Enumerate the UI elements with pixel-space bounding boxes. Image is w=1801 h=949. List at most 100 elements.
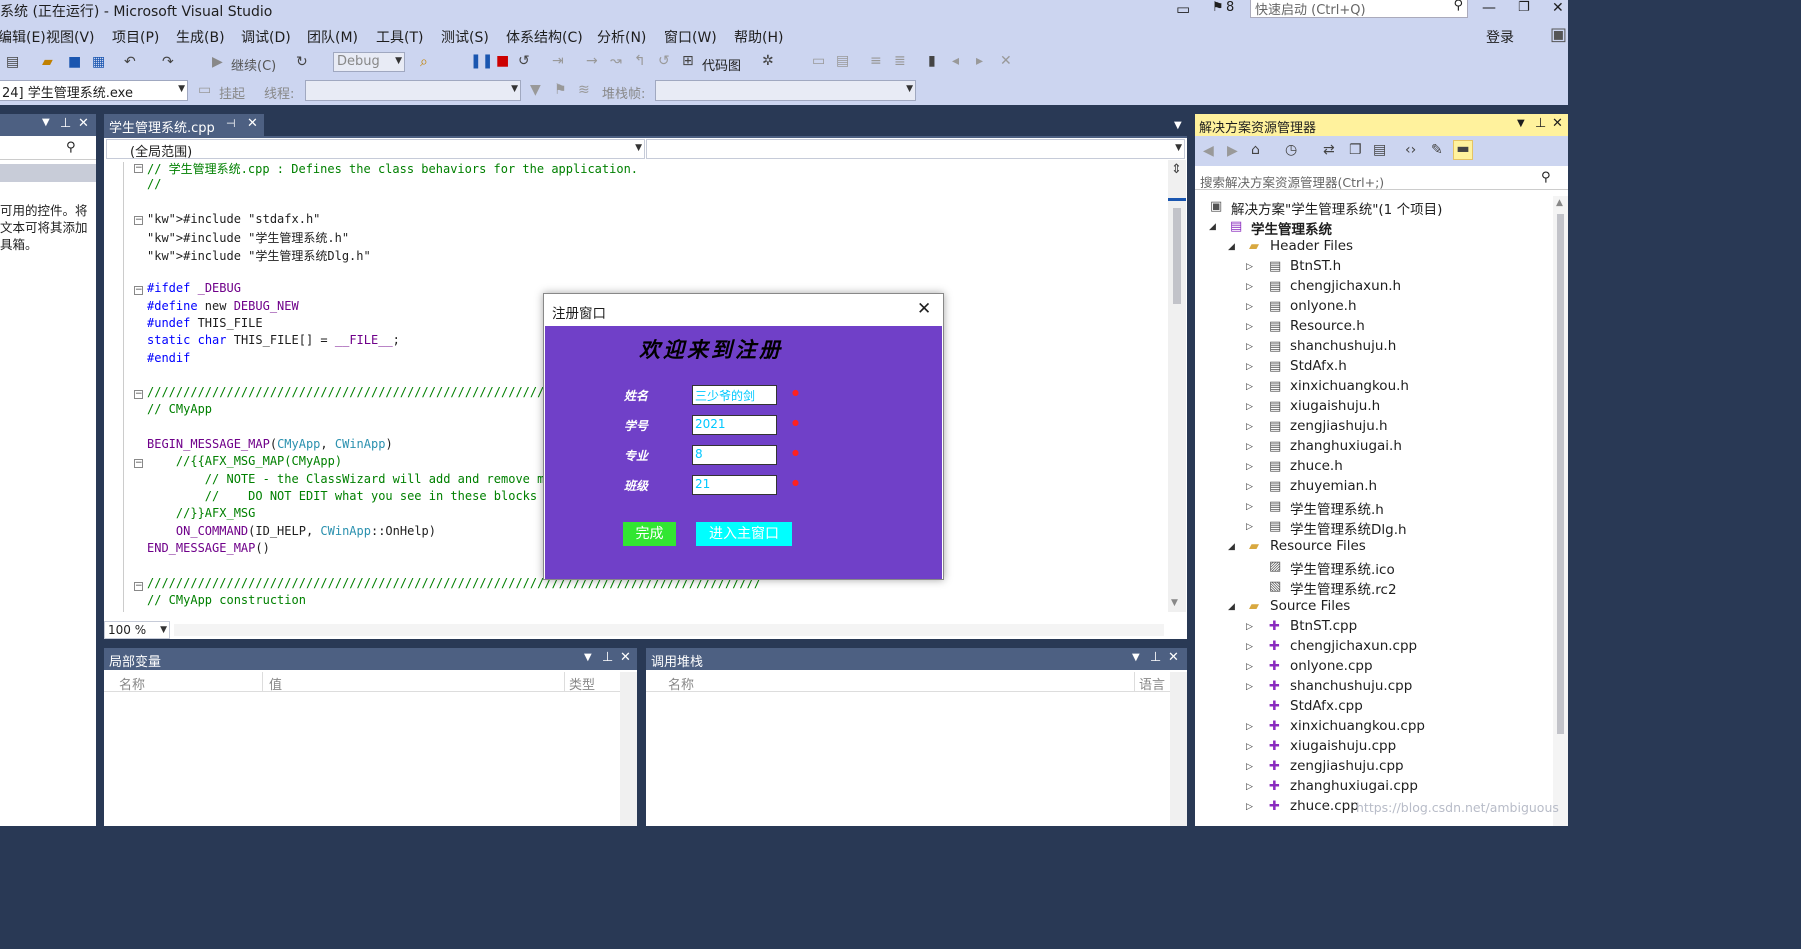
show-next-statement-icon[interactable]: ⇥	[552, 53, 564, 69]
header-file[interactable]: 学生管理系统.h	[1290, 498, 1384, 518]
source-file[interactable]: xiugaishuju.cpp	[1290, 738, 1396, 754]
refresh-icon[interactable]: ↻	[296, 54, 308, 70]
chevron-down-icon[interactable]: ▼	[1132, 652, 1140, 663]
resource-file[interactable]: 学生管理系统.rc2	[1290, 578, 1397, 598]
expand-icon[interactable]: ▷	[1246, 762, 1253, 772]
align-icon[interactable]: ▭	[812, 53, 825, 69]
new-project-icon[interactable]: ▤	[6, 54, 19, 70]
header-file[interactable]: xinxichuangkou.h	[1290, 378, 1409, 394]
suspend-label[interactable]: 挂起	[219, 83, 245, 102]
pause-icon[interactable]: ❚❚	[470, 53, 493, 69]
prev-bookmark-icon[interactable]: ◂	[952, 53, 959, 69]
clear-bookmark-icon[interactable]: ✕	[1000, 53, 1012, 69]
step-back-icon[interactable]: ↺	[658, 53, 670, 69]
restore-icon[interactable]: ❐	[1518, 0, 1530, 15]
notification-icon[interactable]: ⚑	[1212, 0, 1224, 15]
folder-source-files[interactable]: Source Files	[1270, 598, 1350, 614]
chevron-up-icon[interactable]: ▲	[1556, 198, 1563, 208]
expand-icon[interactable]: ▷	[1246, 342, 1253, 352]
sync-icon[interactable]: ⇄	[1323, 142, 1335, 158]
expand-icon[interactable]: ▷	[1246, 522, 1253, 532]
threads-icon[interactable]: ≋	[578, 82, 590, 98]
locals-scrollbar[interactable]	[620, 672, 637, 826]
menu-view[interactable]: 视图(V)	[46, 27, 95, 47]
header-file[interactable]: zhanghuxiugai.h	[1290, 438, 1402, 454]
callstack-scrollbar[interactable]	[1170, 672, 1187, 826]
header-file[interactable]: zengjiashuju.h	[1290, 418, 1388, 434]
source-file[interactable]: onlyone.cpp	[1290, 658, 1373, 674]
header-file[interactable]: BtnST.h	[1290, 258, 1341, 274]
config-select[interactable]: Debug ▼	[333, 52, 405, 72]
source-file[interactable]: zhanghuxiugai.cpp	[1290, 778, 1418, 794]
chevron-down-icon[interactable]: ▼	[1171, 598, 1178, 608]
source-file[interactable]: xinxichuangkou.cpp	[1290, 718, 1425, 734]
member-select[interactable]: ▼	[646, 139, 1185, 159]
step-into-icon[interactable]: →	[586, 53, 598, 69]
show-all-files-icon[interactable]: ▤	[1373, 142, 1386, 158]
close-icon[interactable]: ✕	[1168, 650, 1179, 665]
suspend-icon[interactable]: ▭	[198, 82, 211, 98]
pin-icon[interactable]: ⊥	[60, 116, 71, 131]
expand-icon[interactable]: ▷	[1246, 502, 1253, 512]
expanded-icon[interactable]: ◢	[1209, 222, 1216, 232]
filter-icon[interactable]: ▼	[530, 82, 541, 98]
expand-icon[interactable]: ▷	[1246, 662, 1253, 672]
history-icon[interactable]: ◷	[1285, 142, 1297, 158]
menu-debug[interactable]: 调试(D)	[241, 27, 291, 47]
expand-icon[interactable]: ▷	[1246, 422, 1253, 432]
collapse-all-icon[interactable]: ❐	[1349, 142, 1362, 158]
solution-search-input[interactable]: 搜索解决方案资源管理器(Ctrl+;) ⚲	[1195, 168, 1568, 190]
expand-icon[interactable]: ▷	[1246, 682, 1253, 692]
menu-edit[interactable]: 编辑(E)	[0, 27, 46, 47]
project-node[interactable]: 学生管理系统	[1251, 218, 1332, 238]
chevron-down-icon[interactable]: ▼	[584, 652, 592, 663]
source-file[interactable]: BtnST.cpp	[1290, 618, 1357, 634]
folder-header-files[interactable]: Header Files	[1270, 238, 1353, 254]
expanded-icon[interactable]: ◢	[1228, 242, 1235, 252]
home-icon[interactable]: ⌂	[1251, 142, 1260, 158]
pin-icon[interactable]: ⊥	[602, 650, 613, 665]
source-file[interactable]: StdAfx.cpp	[1290, 698, 1363, 714]
restart-icon[interactable]: ↺	[518, 53, 530, 69]
tab-editor-file[interactable]: 学生管理系统.cpp ⊣ ✕	[104, 114, 264, 136]
expand-icon[interactable]: ▷	[1246, 622, 1253, 632]
header-file[interactable]: 学生管理系统Dlg.h	[1290, 518, 1407, 538]
collapse-icon[interactable]: −	[134, 216, 143, 225]
id-input[interactable]: 2021	[692, 415, 777, 435]
expand-icon[interactable]: ▷	[1246, 782, 1253, 792]
step-out-icon[interactable]: ↰	[634, 53, 646, 69]
scope-select[interactable]: (全局范围) ▼	[106, 139, 645, 159]
menu-architecture[interactable]: 体系结构(C)	[506, 27, 583, 47]
feedback-icon[interactable]: ▭	[1176, 0, 1190, 18]
preview-icon[interactable]: ▬	[1453, 140, 1473, 160]
view-code-icon[interactable]: ‹›	[1405, 142, 1416, 158]
comment-icon[interactable]: ≡	[870, 53, 882, 69]
source-file[interactable]: shanchushuju.cpp	[1290, 678, 1412, 694]
header-file[interactable]: xiugaishuju.h	[1290, 398, 1380, 414]
thread-select[interactable]: ▼	[305, 80, 521, 101]
expand-icon[interactable]: ▷	[1246, 322, 1253, 332]
scrollbar-thumb[interactable]	[1173, 208, 1181, 304]
class-input[interactable]: 21	[692, 475, 777, 495]
collapse-icon[interactable]: −	[134, 164, 143, 173]
header-file[interactable]: zhuce.h	[1290, 458, 1343, 474]
next-bookmark-icon[interactable]: ▸	[976, 53, 983, 69]
codemap-button[interactable]: 代码图	[702, 55, 741, 74]
pin-icon[interactable]: ⊣	[226, 117, 236, 130]
split-icon[interactable]: ⇕	[1171, 162, 1182, 177]
uncomment-icon[interactable]: ≣	[894, 53, 906, 69]
menu-analyze[interactable]: 分析(N)	[597, 27, 646, 47]
column-language[interactable]: 语言	[1139, 674, 1165, 693]
close-icon[interactable]: ✕	[78, 116, 89, 131]
expand-icon[interactable]: ▷	[1246, 482, 1253, 492]
source-file[interactable]: zengjiashuju.cpp	[1290, 758, 1404, 774]
minimize-icon[interactable]: —	[1482, 0, 1496, 16]
expand-icon[interactable]: ▷	[1246, 362, 1253, 372]
chevron-down-icon[interactable]: ▼	[42, 117, 50, 128]
source-file[interactable]: zhuce.cpp	[1290, 798, 1359, 814]
flag-icon[interactable]: ⚑	[554, 82, 567, 98]
expand-icon[interactable]: ▷	[1246, 262, 1253, 272]
solution-root[interactable]: 解决方案"学生管理系统"(1 个项目)	[1231, 198, 1442, 218]
menu-help[interactable]: 帮助(H)	[734, 27, 783, 47]
continue-icon[interactable]: ▶	[212, 54, 223, 70]
